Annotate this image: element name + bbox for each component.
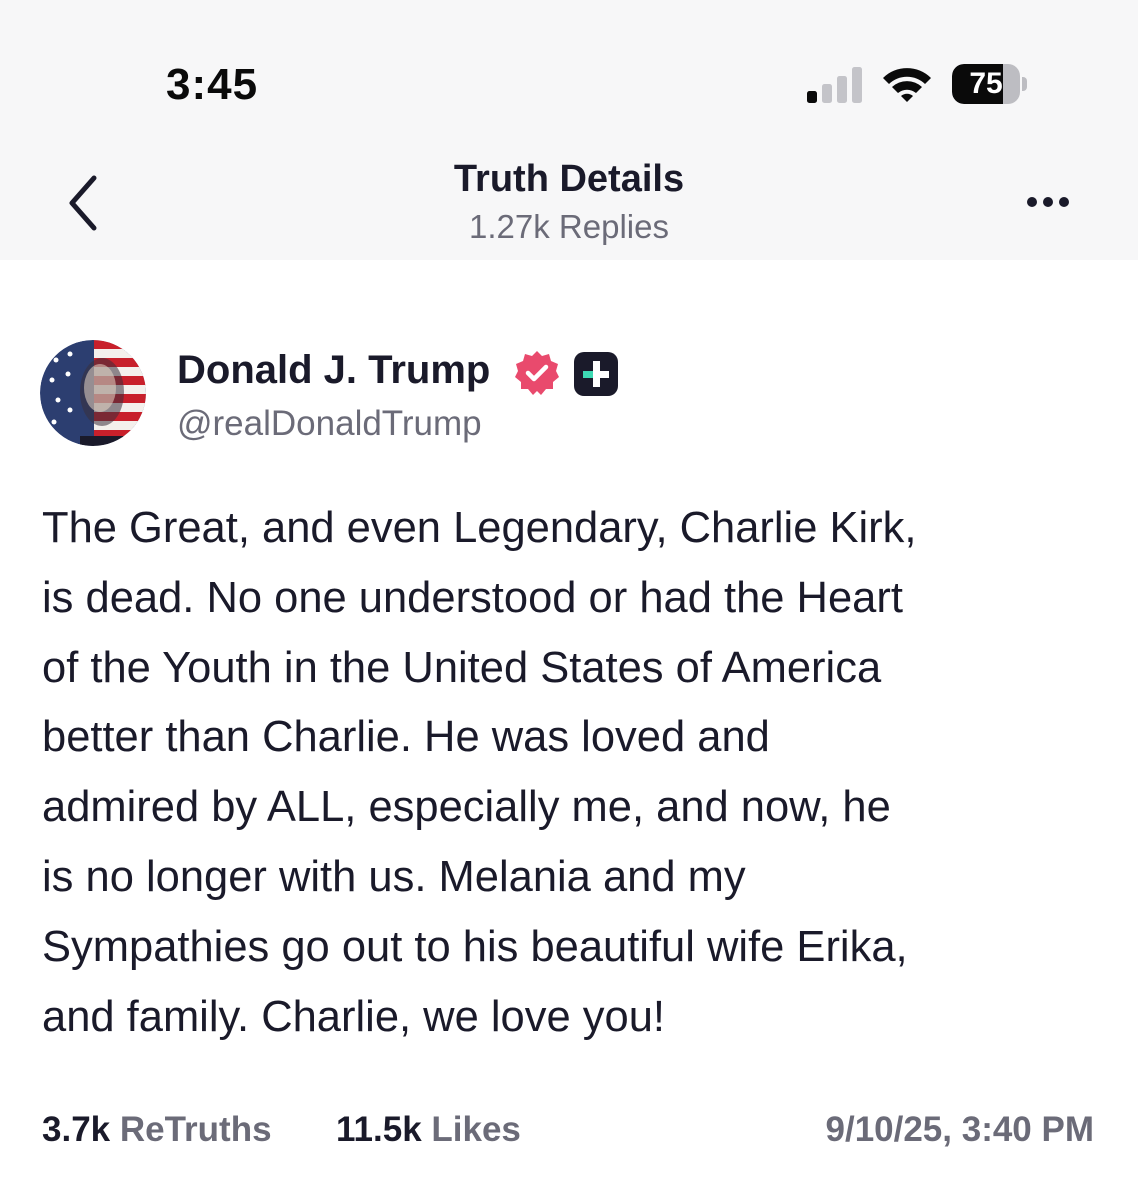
wifi-icon bbox=[883, 68, 931, 102]
verified-badge-icon bbox=[515, 351, 559, 395]
reply-count: 1.27k Replies bbox=[469, 208, 669, 245]
avatar[interactable] bbox=[40, 340, 146, 446]
battery-indicator: 75 bbox=[952, 64, 1027, 104]
battery-level: 75 bbox=[969, 67, 1003, 100]
battery-cap bbox=[1022, 77, 1027, 91]
page-title: Truth Details bbox=[453, 158, 685, 200]
likes-stat[interactable]: 11.5k Likes bbox=[336, 1110, 521, 1150]
author-handle[interactable]: @realDonaldTrump bbox=[177, 404, 482, 444]
retruths-label: ReTruths bbox=[119, 1110, 272, 1149]
battery-body: 75 bbox=[952, 64, 1020, 104]
post-text: The Great, and even Legendary, Charlie K… bbox=[42, 504, 917, 1041]
status-bar: 3:45 75 bbox=[0, 0, 1138, 150]
post-stats: 3.7k ReTruths 11.5k Likes 9/10/25, 3:40 … bbox=[42, 1110, 1102, 1160]
post-timestamp: 9/10/25, 3:40 PM bbox=[825, 1110, 1095, 1149]
retruths-count: 3.7k bbox=[42, 1110, 111, 1149]
more-options-icon[interactable] bbox=[1016, 180, 1080, 224]
status-time: 3:45 bbox=[166, 60, 259, 109]
retruths-stat[interactable]: 3.7k ReTruths bbox=[42, 1110, 272, 1150]
back-chevron-icon[interactable] bbox=[52, 168, 116, 238]
likes-count: 11.5k bbox=[336, 1110, 422, 1149]
likes-label: Likes bbox=[431, 1110, 521, 1149]
truth-plus-icon bbox=[574, 352, 618, 396]
nav-header: Truth Details 1.27k Replies bbox=[0, 150, 1138, 260]
cellular-signal-icon bbox=[807, 67, 862, 103]
author-name[interactable]: Donald J. Trump bbox=[177, 348, 490, 393]
